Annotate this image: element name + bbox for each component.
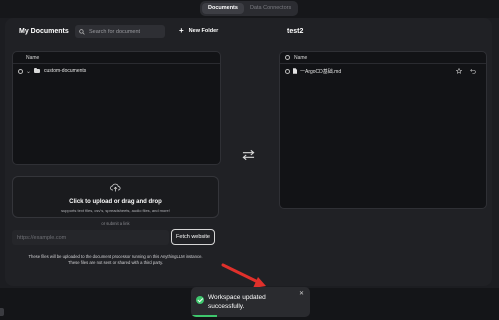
close-icon[interactable]: ✕ xyxy=(299,290,304,297)
search-icon xyxy=(79,28,85,35)
or-submit-link-text: or submit a link xyxy=(101,221,130,226)
checkbox[interactable] xyxy=(18,68,23,74)
upload-title: Click to upload or drag and drop xyxy=(69,199,162,205)
tab-documents[interactable]: Documents xyxy=(202,3,244,14)
search-box[interactable] xyxy=(75,25,165,38)
success-check-icon xyxy=(196,296,204,304)
new-folder-label: New Folder xyxy=(188,28,219,34)
my-documents-panel: Name ⌄ custom-documents xyxy=(12,51,221,165)
chevron-down-icon[interactable]: ⌄ xyxy=(26,68,31,75)
tab-bar: Documents Data Connectors xyxy=(200,1,298,16)
plus-icon: + xyxy=(179,26,184,35)
item-name: custom-documents xyxy=(44,68,87,74)
workspace-documents-panel: Name 一ArgoCD基础.md xyxy=(279,51,487,209)
list-item[interactable]: ⌄ custom-documents xyxy=(13,64,220,78)
toast-progress-bar xyxy=(191,315,218,317)
disclaimer-line-2: These files are not sent or shared with … xyxy=(67,260,164,265)
pin-icon[interactable] xyxy=(456,68,462,74)
cloud-upload-icon xyxy=(110,183,121,192)
my-documents-title: My Documents xyxy=(19,28,69,35)
search-input[interactable] xyxy=(89,28,159,35)
url-input[interactable] xyxy=(12,230,169,245)
folder-icon xyxy=(34,68,41,73)
file-icon xyxy=(293,68,297,74)
item-name: 一ArgoCD基础.md xyxy=(300,68,342,75)
workspace-title: test2 xyxy=(287,28,304,35)
list-item[interactable]: 一ArgoCD基础.md xyxy=(280,64,486,78)
sidebar-handle[interactable] xyxy=(0,308,4,316)
undo-icon[interactable] xyxy=(470,68,476,74)
column-name-label: Name xyxy=(294,54,308,61)
document-manager-modal: My Documents + New Folder Name ⌄ custom-… xyxy=(5,18,492,286)
new-folder-button[interactable]: + New Folder xyxy=(179,26,219,35)
tab-data-connectors[interactable]: Data Connectors xyxy=(244,3,297,14)
toast-notification: Workspace updated successfully. ✕ xyxy=(191,287,310,317)
fetch-website-button[interactable]: Fetch website xyxy=(171,229,215,245)
toast-message: Workspace updated successfully. xyxy=(208,294,266,310)
swap-arrows-icon[interactable] xyxy=(242,149,255,161)
upload-disclaimer: These files will be uploaded to the docu… xyxy=(12,254,219,266)
upload-dropzone[interactable]: Click to upload or drag and drop support… xyxy=(12,176,219,218)
checkbox[interactable] xyxy=(285,68,290,74)
column-name-label: Name xyxy=(26,55,40,61)
column-header: Name xyxy=(13,52,220,64)
upload-subtitle: supports text files, csv's, spreadsheets… xyxy=(61,208,170,213)
select-all-checkbox[interactable] xyxy=(285,55,290,60)
column-header: Name xyxy=(280,52,486,64)
